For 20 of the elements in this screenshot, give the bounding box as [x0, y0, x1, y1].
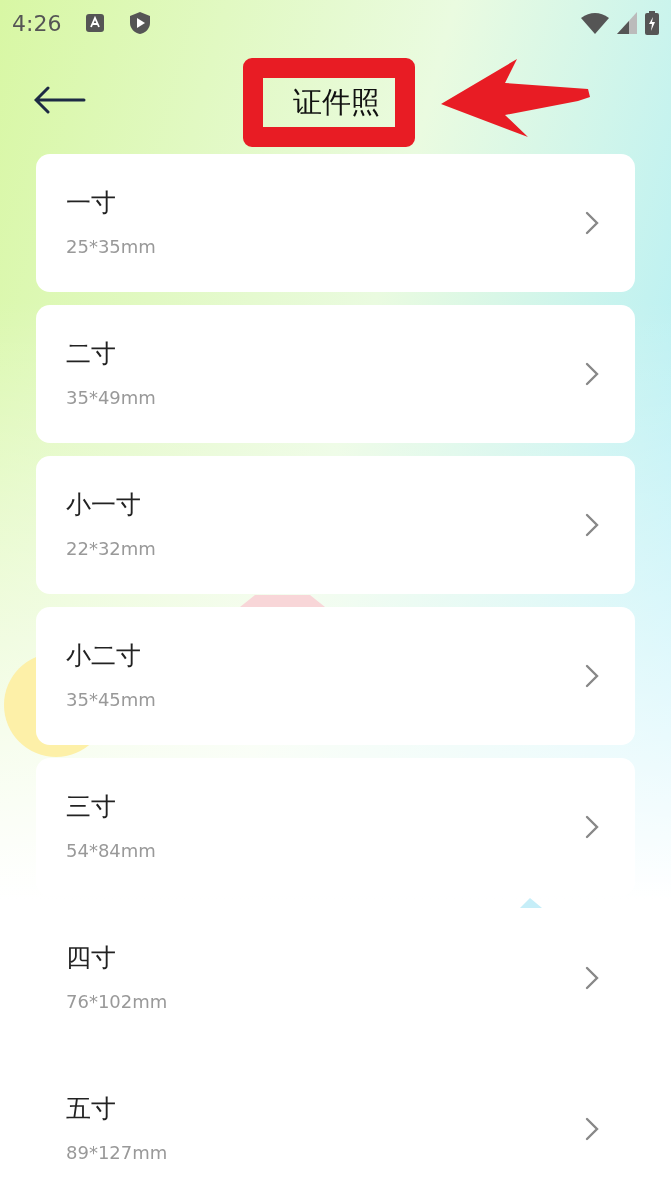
- page-title: 证件照: [291, 88, 380, 117]
- back-button[interactable]: [33, 85, 87, 115]
- chevron-right-icon: [585, 815, 599, 839]
- chevron-right-icon: [585, 664, 599, 688]
- size-option[interactable]: 二寸 35*49mm: [36, 305, 635, 443]
- chevron-right-icon: [585, 513, 599, 537]
- wifi-icon: [581, 12, 609, 34]
- keyboard-icon: [85, 13, 106, 33]
- chevron-right-icon: [585, 966, 599, 990]
- chevron-right-icon: [585, 1117, 599, 1141]
- status-time: 4:26: [12, 9, 62, 38]
- signal-icon: [617, 12, 637, 34]
- size-option[interactable]: 小二寸 35*45mm: [36, 607, 635, 745]
- battery-icon: [645, 11, 659, 35]
- shield-icon: [129, 11, 152, 35]
- chevron-right-icon: [585, 362, 599, 386]
- chevron-right-icon: [585, 211, 599, 235]
- size-option[interactable]: 一寸 25*35mm: [36, 154, 635, 292]
- triangle-shape: [520, 898, 542, 908]
- size-option[interactable]: 小一寸 22*32mm: [36, 456, 635, 594]
